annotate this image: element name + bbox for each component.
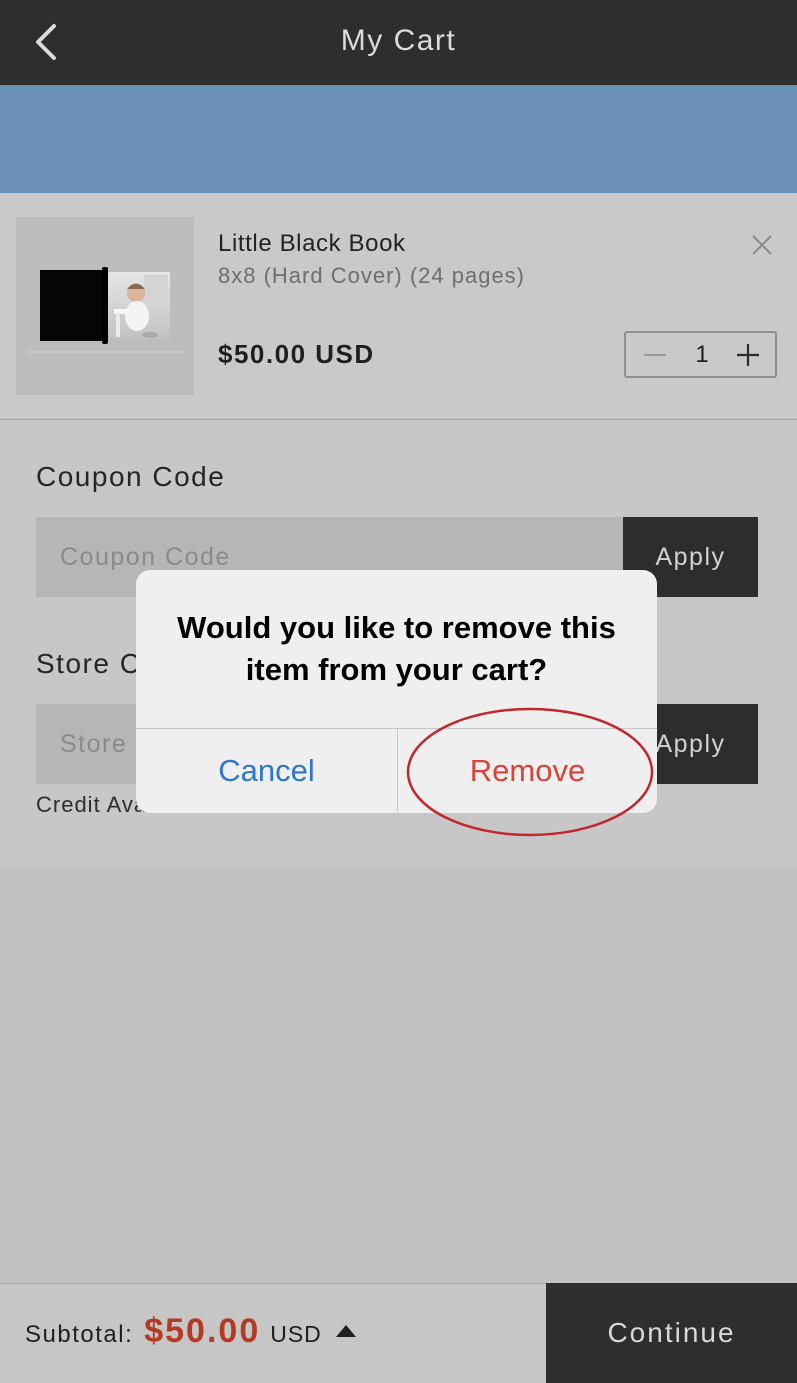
product-details: 8x8 (Hard Cover) (24 pages) xyxy=(218,263,526,288)
quantity-stepper: 1 xyxy=(624,331,777,378)
promo-banner xyxy=(0,85,797,193)
app-header: My Cart xyxy=(0,0,797,85)
plus-icon xyxy=(737,343,759,366)
coupon-code-label: Coupon Code xyxy=(36,461,226,492)
minus-icon xyxy=(644,353,666,356)
photo-page xyxy=(108,272,170,339)
credit-available-text: Credit Ava xyxy=(36,792,148,817)
subtotal-bar: Subtotal: $50.00 USD xyxy=(0,1283,546,1383)
quantity-value: 1 xyxy=(695,341,709,368)
page-title: My Cart xyxy=(340,24,457,57)
cancel-button[interactable]: Cancel xyxy=(136,729,397,813)
subtotal-amount: $50.00 xyxy=(144,1312,261,1350)
remove-item-button[interactable] xyxy=(747,230,777,260)
continue-button[interactable]: Continue xyxy=(546,1283,797,1383)
remove-item-dialog: Would you like to remove this item from … xyxy=(136,570,657,813)
product-name: Little Black Book xyxy=(218,230,406,257)
subtotal-label: Subtotal: xyxy=(25,1321,134,1348)
subtotal-summary[interactable]: Subtotal: $50.00 USD xyxy=(25,1314,357,1348)
product-thumbnail xyxy=(16,217,194,395)
product-price: $50.00 USD xyxy=(218,339,375,369)
caret-up-icon[interactable] xyxy=(335,1324,357,1338)
book-cover xyxy=(40,270,104,341)
dialog-message: Would you like to remove this item from … xyxy=(177,610,616,687)
subtotal-currency: USD xyxy=(270,1321,322,1347)
close-icon xyxy=(752,235,772,255)
remove-button[interactable]: Remove xyxy=(398,729,657,813)
store-label: Store C xyxy=(36,648,142,679)
increment-button[interactable] xyxy=(720,333,776,376)
decrement-button[interactable] xyxy=(626,333,684,376)
cart-item: Little Black Book 8x8 (Hard Cover) (24 p… xyxy=(0,193,797,420)
